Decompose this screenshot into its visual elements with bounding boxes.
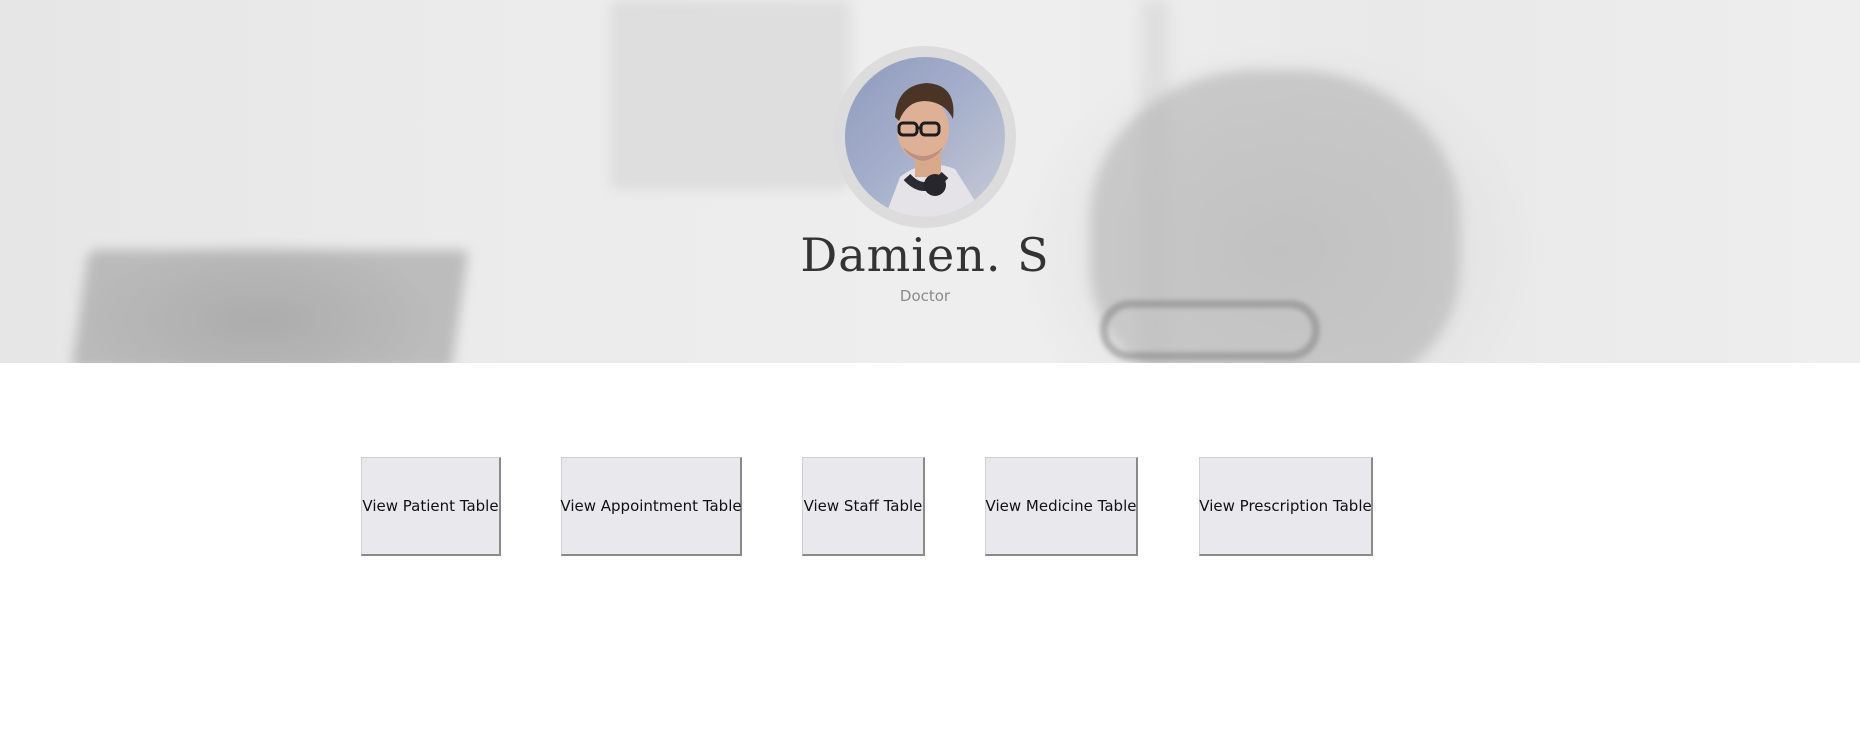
person-photo-icon [885,83,985,217]
view-prescription-table-button[interactable]: View Prescription Table [1199,457,1373,556]
view-patient-table-button[interactable]: View Patient Table [361,457,501,556]
avatar [845,57,1005,217]
profile-header: Damien. S Doctor [0,0,1860,363]
table-actions: View Patient Table View Appointment Tabl… [0,457,1860,556]
view-appointment-table-button[interactable]: View Appointment Table [560,457,742,556]
profile-name: Damien. S [800,228,1050,282]
avatar-ring [834,46,1016,228]
view-staff-table-button[interactable]: View Staff Table [802,457,925,556]
profile-role: Doctor [899,287,951,305]
view-medicine-table-button[interactable]: View Medicine Table [985,457,1138,556]
